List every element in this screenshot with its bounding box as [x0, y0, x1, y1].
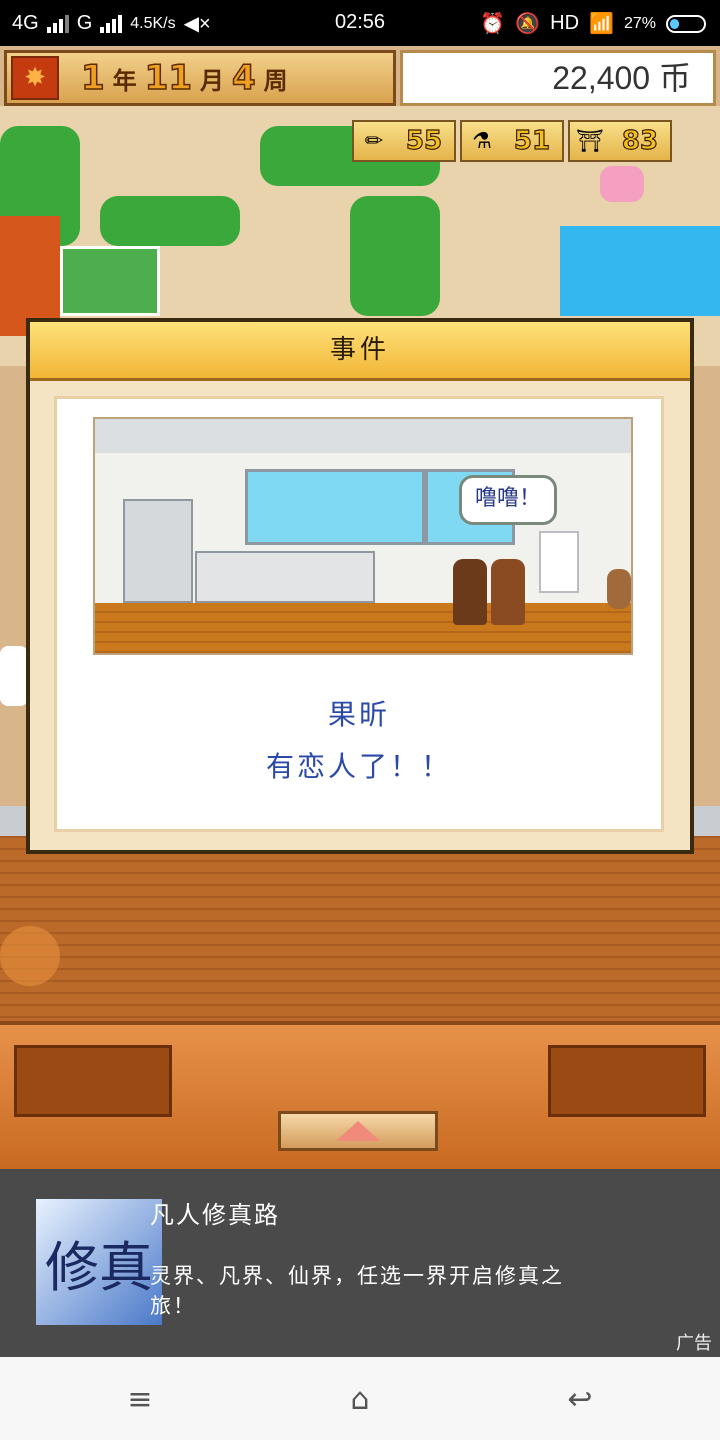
navigation-bar: ≡ ⌂ ↩ — [0, 1357, 720, 1440]
stat-value: 51 — [513, 125, 551, 156]
event-dialog[interactable]: 事件 噜噜！ 果昕 有恋人了！！ — [26, 318, 694, 854]
window — [245, 469, 425, 545]
notification-off-icon: 🔕 — [515, 13, 541, 35]
ceiling — [95, 419, 631, 453]
menu-icon[interactable]: ≡ — [118, 1377, 162, 1421]
hedge — [350, 196, 440, 316]
month-unit: 月 — [200, 67, 224, 95]
ad-description[interactable]: 灵界、凡界、仙界，任选一界开启修真之旅！ — [150, 1261, 580, 1321]
arrow-up-icon — [336, 1121, 380, 1141]
week-number: 4 — [231, 57, 256, 99]
ad-logo-text: 修真 — [45, 1235, 153, 1299]
wood-floor — [95, 603, 631, 653]
expand-menu-button[interactable] — [278, 1111, 438, 1151]
event-message-line2: 有恋人了！！ — [265, 750, 452, 783]
stat-study: ✏ 55 — [352, 120, 456, 162]
pond — [560, 226, 720, 316]
pencil-icon: ✏ — [364, 128, 384, 154]
month-number: 11 — [144, 57, 193, 99]
back-icon[interactable]: ↩ — [558, 1377, 602, 1421]
week-unit: 周 — [263, 67, 288, 95]
wifi-icon: 📶 — [589, 13, 614, 35]
locker — [123, 499, 193, 603]
stat-value: 83 — [621, 125, 659, 156]
wooden-floor — [0, 826, 720, 1021]
hd-label: HD — [550, 12, 580, 34]
student-character — [453, 559, 487, 625]
tennis-court — [60, 246, 160, 316]
bottom-menu — [0, 1021, 720, 1169]
year-number: 1 — [80, 57, 105, 99]
fridge — [539, 531, 579, 593]
hedge — [100, 196, 240, 246]
stat-building: ⛩ 83 — [568, 120, 672, 162]
stat-value: 55 — [405, 125, 443, 156]
sack — [607, 569, 631, 609]
home-icon[interactable]: ⌂ — [338, 1377, 382, 1421]
alarm-icon: ⏰ — [480, 13, 506, 35]
shoe-shelf — [195, 551, 375, 603]
menu-slot-left[interactable] — [14, 1045, 172, 1117]
flask-icon: ⚗ — [472, 128, 492, 154]
dialog-title: 事件 — [30, 322, 690, 381]
building-icon: ⛩ — [576, 128, 604, 154]
pig-character — [600, 166, 644, 202]
ad-title[interactable]: 凡人修真路 — [150, 1195, 280, 1230]
menu-slot-right[interactable] — [548, 1045, 706, 1117]
maple-leaf-icon: ✸ — [11, 56, 59, 100]
event-message-line1: 果昕 — [327, 698, 390, 731]
event-scene-image: 噜噜！ — [93, 417, 633, 655]
year-unit: 年 — [112, 67, 137, 95]
ad-banner[interactable]: 修真 凡人修真路 灵界、凡界、仙界，任选一界开启修真之旅！ 广告 — [0, 1169, 720, 1357]
student-character — [0, 646, 28, 706]
money-display: 22,400 币 — [400, 50, 716, 106]
stat-research: ⚗ 51 — [460, 120, 564, 162]
status-bar: 4G G 4.5K/s ◀× 02:56 ⏰ 🔕 HD 📶 27% — [0, 0, 720, 46]
flower-bush — [0, 926, 60, 986]
battery-percent: 27% — [623, 14, 656, 32]
date-panel: ✸ 1 年 11 月 4 周 — [4, 50, 396, 106]
ad-tag: 广告 — [676, 1333, 712, 1354]
stats-bar: ✏ 55 ⚗ 51 ⛩ 83 — [352, 120, 672, 162]
student-character — [491, 559, 525, 625]
dialog-content: 噜噜！ 果昕 有恋人了！！ — [54, 396, 664, 832]
battery-icon — [666, 14, 706, 33]
ad-logo[interactable]: 修真 — [36, 1199, 162, 1325]
speech-bubble: 噜噜！ — [459, 475, 557, 525]
